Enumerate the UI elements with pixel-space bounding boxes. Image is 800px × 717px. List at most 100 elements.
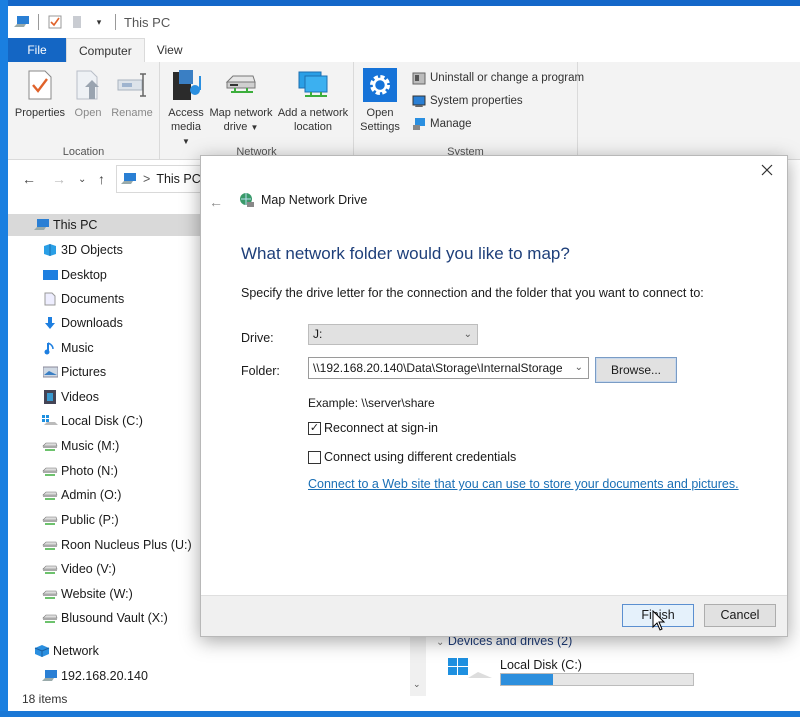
add-network-location-button[interactable]: Add a network location xyxy=(276,68,350,134)
map-network-drive-dialog: ← Map Network Drive What network folder … xyxy=(200,155,788,637)
nav-item-music[interactable]: Music xyxy=(8,337,203,359)
nav-item-local-disk-c[interactable]: Local Disk (C:) xyxy=(8,410,203,432)
computer-icon[interactable] xyxy=(14,14,30,30)
breadcrumb-separator: > xyxy=(143,172,151,186)
network-drive-icon xyxy=(42,488,58,502)
credentials-checkbox-row[interactable]: Connect using different credentials xyxy=(308,450,516,464)
nav-item-192-168-20-140[interactable]: 192.168.20.140 xyxy=(8,665,203,687)
scroll-down-icon[interactable]: ⌄ xyxy=(413,679,421,690)
nav-item-downloads[interactable]: Downloads xyxy=(8,312,203,334)
network-drive-icon xyxy=(42,513,58,527)
this-pc-icon xyxy=(34,218,50,232)
drive-letter-select[interactable]: J: ⌄ xyxy=(308,324,478,345)
nav-item-label: Admin (O:) xyxy=(61,488,122,502)
access-media-button[interactable]: Access media ▼ xyxy=(166,68,206,149)
network-drive-icon xyxy=(42,464,58,478)
system-properties-button[interactable]: System properties xyxy=(412,94,523,108)
drive-usage-bar xyxy=(500,673,694,686)
nav-item-label: Public (P:) xyxy=(61,513,119,527)
windows-drive-icon xyxy=(448,658,492,687)
nav-item-public-p[interactable]: Public (P:) xyxy=(8,509,203,531)
cancel-button[interactable]: Cancel xyxy=(704,604,776,627)
dropdown-arrow-icon: ▼ xyxy=(250,123,259,132)
nav-item-videos[interactable]: Videos xyxy=(8,386,203,408)
nav-item-music-m[interactable]: Music (M:) xyxy=(8,435,203,457)
network-drive-icon xyxy=(42,538,58,552)
rename-icon xyxy=(115,68,149,102)
breadcrumb-this-pc[interactable]: This PC xyxy=(156,172,200,186)
nav-item-desktop[interactable]: Desktop xyxy=(8,264,203,286)
reconnect-checkbox[interactable]: ✓ xyxy=(308,421,321,435)
videos-icon xyxy=(42,390,58,404)
nav-item-label: Website (W:) xyxy=(61,587,133,601)
nav-item-label: Downloads xyxy=(61,316,123,330)
ribbon: Properties Open Rename Location Access m… xyxy=(8,62,800,160)
nav-item-website-w[interactable]: Website (W:) xyxy=(8,583,203,605)
nav-item-admin-o[interactable]: Admin (O:) xyxy=(8,484,203,506)
nav-item-video-v[interactable]: Video (V:) xyxy=(8,558,203,580)
mouse-cursor-icon xyxy=(652,609,666,635)
dialog-heading: What network folder would you like to ma… xyxy=(241,244,570,263)
documents-icon xyxy=(42,292,58,306)
dialog-description: Specify the drive letter for the connect… xyxy=(241,286,704,300)
reconnect-checkbox-row[interactable]: ✓ Reconnect at sign-in xyxy=(308,421,438,435)
nav-item-3d-objects[interactable]: 3D Objects xyxy=(8,239,203,261)
back-arrow-button[interactable]: ← xyxy=(209,194,223,210)
chevron-down-icon: ⌄ xyxy=(436,637,445,648)
manage-icon xyxy=(413,118,425,130)
nav-item-documents[interactable]: Documents xyxy=(8,288,203,310)
nav-item-label: Music xyxy=(61,341,94,355)
nav-item-label: Roon Nucleus Plus (U:) xyxy=(61,538,192,552)
nav-item-label: 3D Objects xyxy=(61,243,123,257)
nav-item-label: Desktop xyxy=(61,268,107,282)
properties-check-icon[interactable] xyxy=(47,14,63,30)
folder-combobox[interactable]: \\192.168.20.140\Data\Storage\InternalSt… xyxy=(308,357,589,379)
network-drive-icon xyxy=(42,562,58,576)
recent-locations-button[interactable]: ⌄ xyxy=(78,174,86,185)
close-button[interactable] xyxy=(757,162,777,182)
nav-item-network[interactable]: Network xyxy=(8,640,203,662)
tab-view[interactable]: View xyxy=(145,38,195,62)
properties-icon xyxy=(23,68,57,102)
status-item-count: 18 items xyxy=(22,692,68,706)
nav-item-this-pc[interactable]: This PC xyxy=(8,214,203,236)
rename-button[interactable]: Rename xyxy=(110,68,154,120)
web-site-link[interactable]: Connect to a Web site that you can use t… xyxy=(308,477,739,491)
separator xyxy=(38,14,39,30)
manage-button[interactable]: Manage xyxy=(412,117,472,131)
nav-item-label: This PC xyxy=(53,218,98,232)
tab-computer[interactable]: Computer xyxy=(66,38,145,62)
nav-item-blusound-vault-x[interactable]: Blusound Vault (X:) xyxy=(8,607,203,629)
up-button[interactable]: ↑ xyxy=(98,171,105,187)
forward-button[interactable]: → xyxy=(52,171,66,187)
navigation-pane: This PC 3D Objects Desktop Documents Downloa… xyxy=(8,204,203,684)
new-folder-icon[interactable] xyxy=(69,14,85,30)
nav-item-roon-nucleus-plus-u[interactable]: Roon Nucleus Plus (U:) xyxy=(8,534,203,556)
network-drive-globe-icon xyxy=(240,193,254,207)
location-group-label: Location xyxy=(62,146,105,158)
nav-item-photo-n[interactable]: Photo (N:) xyxy=(8,460,203,482)
chevron-down-icon[interactable]: ⌄ xyxy=(571,358,583,378)
map-network-drive-icon xyxy=(224,68,258,102)
nav-item-pictures[interactable]: Pictures xyxy=(8,361,203,383)
tab-file[interactable]: File xyxy=(8,38,66,62)
open-button[interactable]: Open xyxy=(70,68,106,120)
nav-item-label: Pictures xyxy=(61,365,107,379)
properties-button[interactable]: Properties xyxy=(14,68,66,120)
credentials-checkbox[interactable] xyxy=(308,450,321,464)
nav-item-label: Video (V:) xyxy=(61,562,116,576)
dropdown-arrow-icon[interactable]: ▾ xyxy=(91,14,107,30)
window-title: This PC xyxy=(124,14,171,30)
taskbar-edge xyxy=(0,711,800,717)
map-network-drive-button[interactable]: Map network drive ▼ xyxy=(208,68,274,135)
network-drive-icon xyxy=(42,587,58,601)
browse-button[interactable]: Browse... xyxy=(595,357,677,383)
drive-name-local-disk[interactable]: Local Disk (C:) xyxy=(500,658,582,672)
open-settings-button[interactable]: Open Settings xyxy=(358,68,402,134)
example-text: Example: \\server\share xyxy=(308,396,435,410)
back-button[interactable]: ← xyxy=(22,171,36,187)
3d-objects-icon xyxy=(42,243,58,257)
uninstall-program-button[interactable]: Uninstall or change a program xyxy=(412,71,584,85)
nav-item-label: Local Disk (C:) xyxy=(61,414,143,428)
nav-item-label: Documents xyxy=(61,292,125,306)
